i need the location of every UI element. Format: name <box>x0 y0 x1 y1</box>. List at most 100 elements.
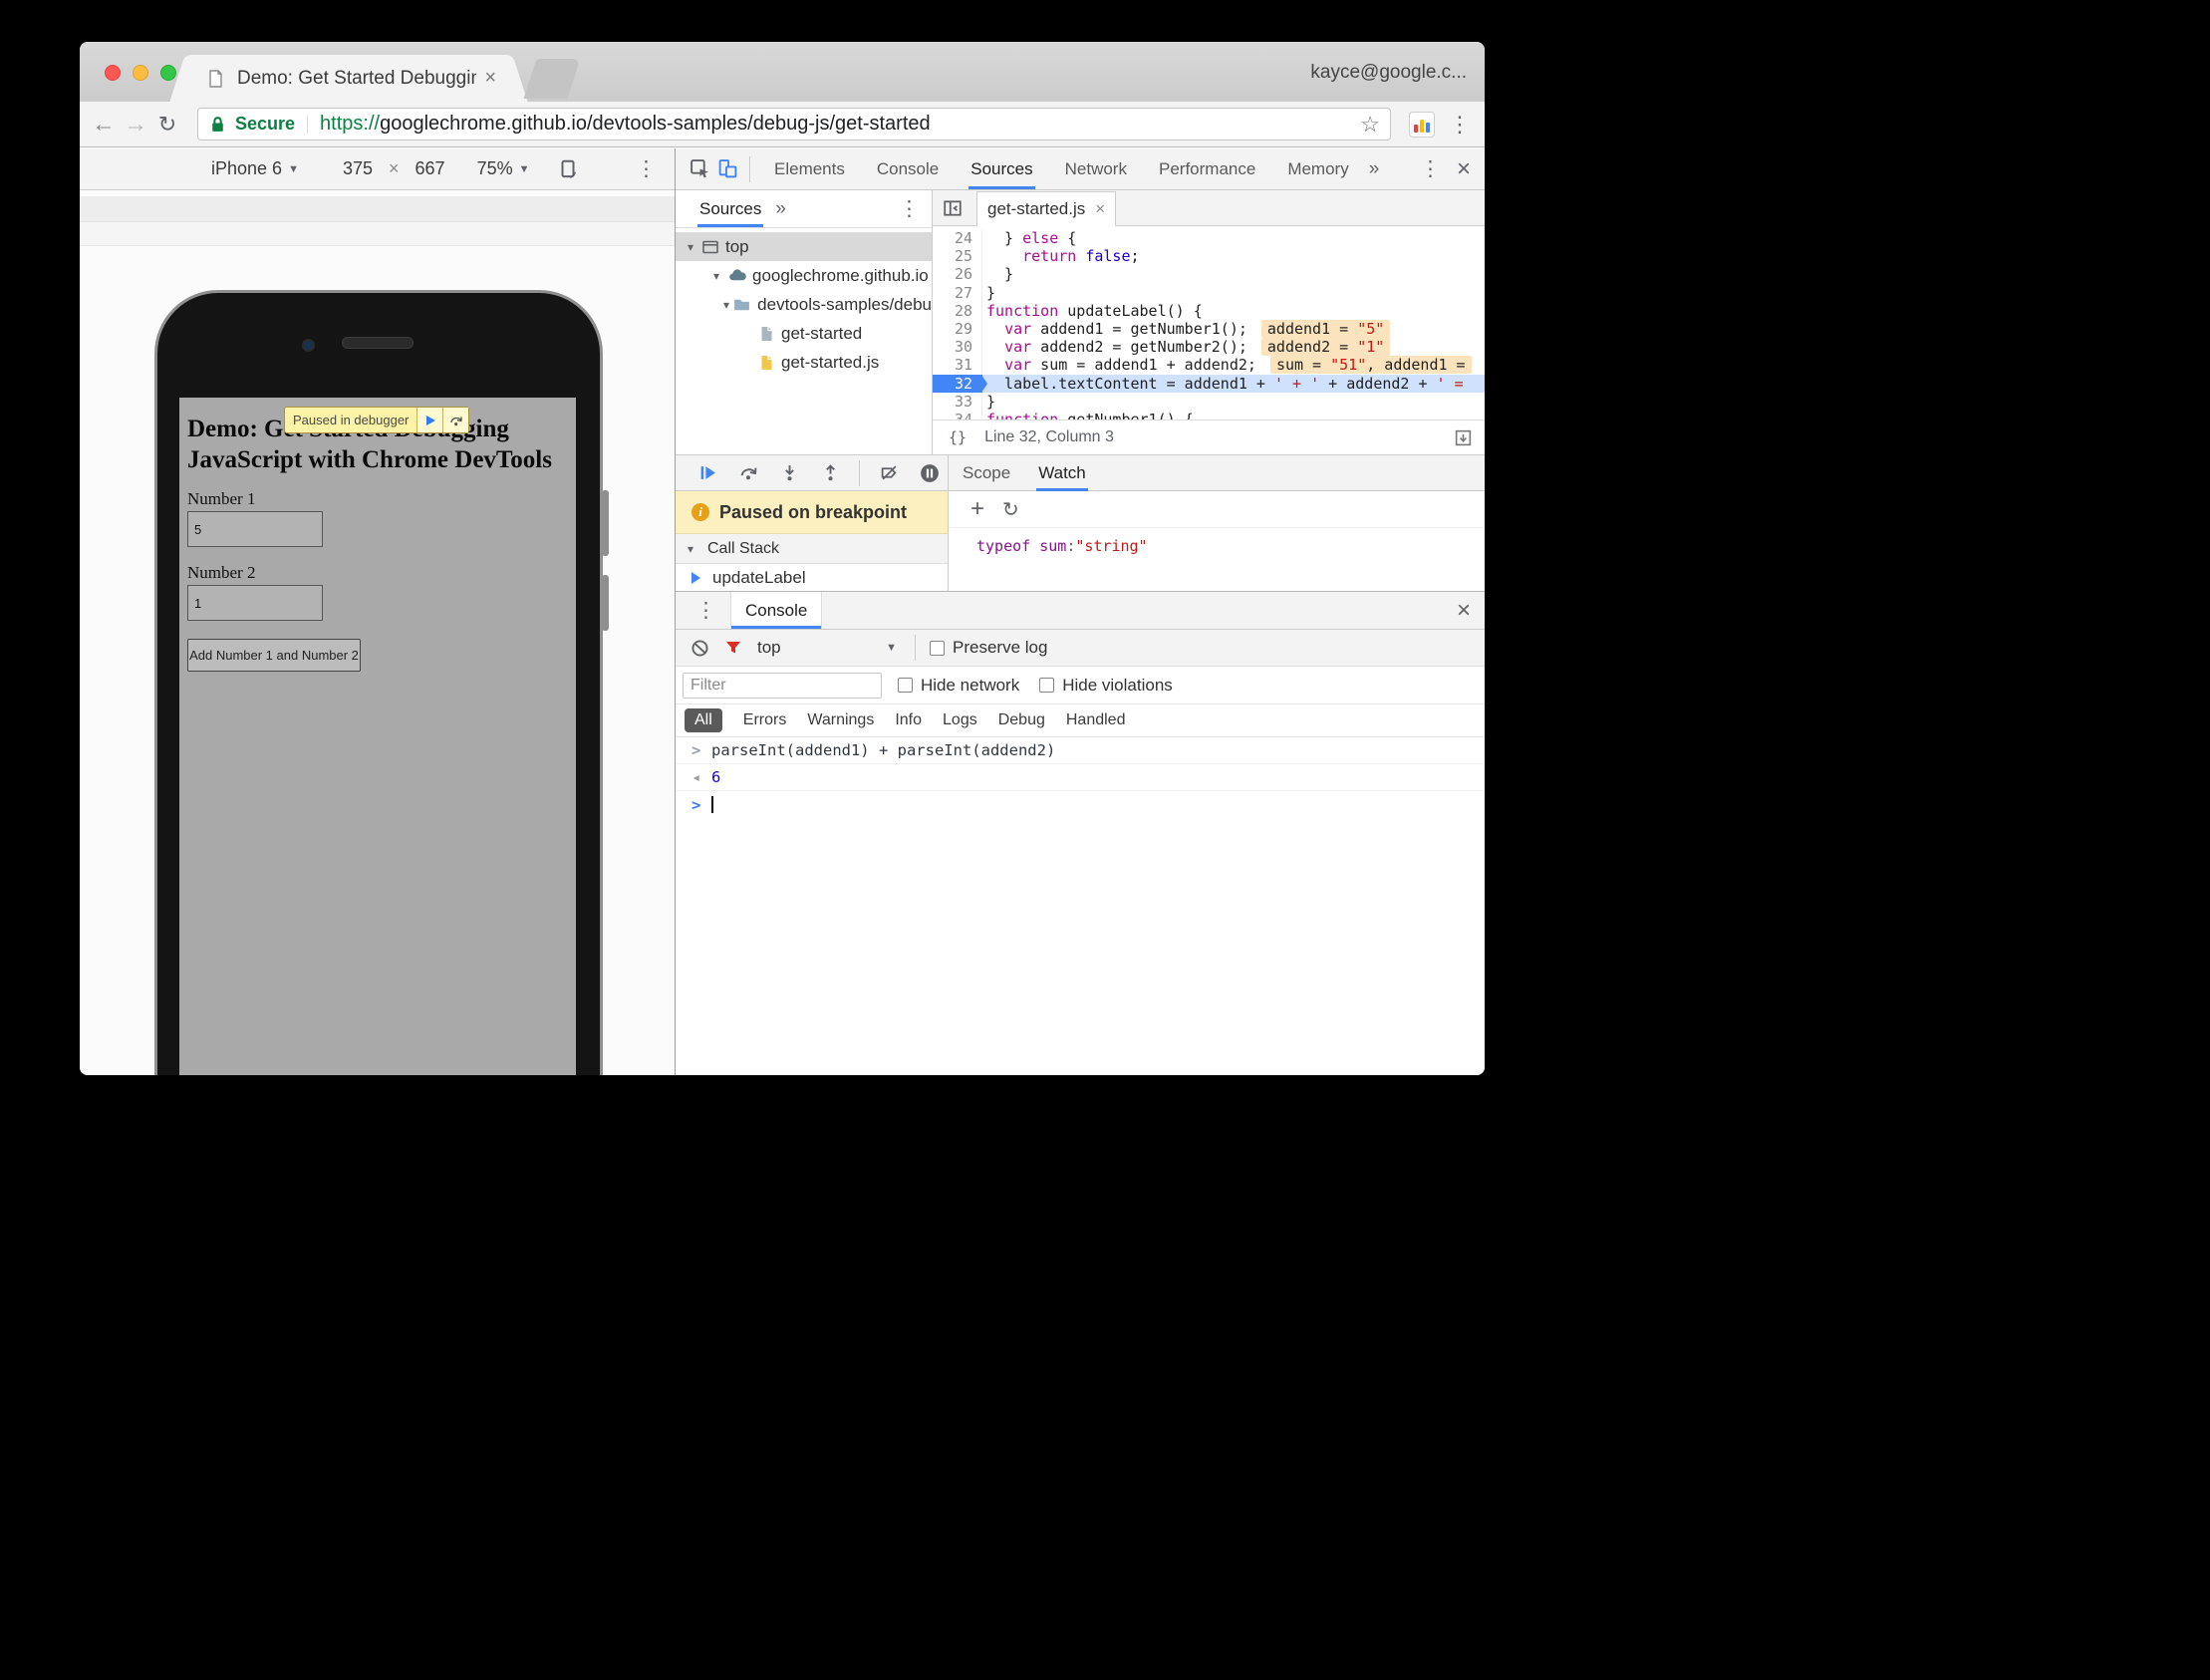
line-number-gutter[interactable]: 32 <box>933 374 987 393</box>
call-stack-frame[interactable]: updateLabel <box>676 564 948 591</box>
add-watch-expression-icon[interactable]: + <box>970 495 984 523</box>
device-height-field[interactable]: 667 <box>415 158 445 179</box>
line-number-gutter[interactable]: 27 <box>933 283 982 302</box>
navigator-menu-icon[interactable]: ⋮ <box>899 196 920 221</box>
step-over-icon <box>450 416 462 425</box>
line-number-gutter[interactable]: 26 <box>933 265 982 284</box>
line-number-gutter[interactable]: 24 <box>933 229 982 248</box>
resume-button[interactable] <box>693 459 721 487</box>
level-warnings[interactable]: Warnings <box>807 711 874 729</box>
devtools-close-icon[interactable]: × <box>1457 155 1471 183</box>
watch-expression-row[interactable]: typeof sum: "string" <box>949 528 1485 564</box>
back-button[interactable]: ← <box>88 109 120 140</box>
reload-button[interactable]: ↻ <box>151 109 183 140</box>
tab-console[interactable]: Console <box>875 148 941 189</box>
more-tabs-icon[interactable]: » <box>1369 158 1380 180</box>
bookmark-star-icon[interactable]: ☆ <box>1360 112 1380 138</box>
line-number-gutter[interactable]: 29 <box>933 320 982 339</box>
line-number-gutter[interactable]: 25 <box>933 247 982 266</box>
tree-item-origin[interactable]: ▾ googlechrome.github.io <box>676 261 932 290</box>
tab-performance[interactable]: Performance <box>1157 148 1257 189</box>
drawer-tab-console[interactable]: Console <box>730 592 823 629</box>
tree-item-top-frame[interactable]: ▾ top <box>676 232 932 261</box>
device-menu-icon[interactable]: ⋮ <box>636 156 657 181</box>
step-into-button[interactable] <box>775 459 803 487</box>
close-window-button[interactable] <box>105 65 121 81</box>
disclosure-icon[interactable]: ▾ <box>723 298 732 312</box>
line-number-gutter[interactable]: 30 <box>933 338 982 357</box>
drawer-menu-icon[interactable]: ⋮ <box>695 598 716 623</box>
preserve-log-label[interactable]: Preserve log <box>953 638 1047 658</box>
tree-item-file-get-started[interactable]: get-started <box>676 319 932 348</box>
hide-navigator-icon[interactable] <box>939 194 967 222</box>
refresh-watch-icon[interactable]: ↻ <box>1002 497 1019 522</box>
tab-elements[interactable]: Elements <box>772 148 847 189</box>
level-handled[interactable]: Handled <box>1066 711 1126 729</box>
call-stack-header[interactable]: ▾ Call Stack <box>676 534 948 564</box>
hide-violations-checkbox[interactable] <box>1039 678 1055 693</box>
hide-network-label[interactable]: Hide network <box>921 676 1019 696</box>
extension-icon[interactable] <box>1409 111 1435 138</box>
pause-on-exceptions-button[interactable] <box>916 459 944 487</box>
forward-button[interactable]: → <box>120 109 151 140</box>
profile-email[interactable]: kayce@google.c... <box>1310 62 1467 84</box>
line-number-gutter[interactable]: 28 <box>933 301 982 321</box>
step-over-badge-button[interactable] <box>442 408 469 432</box>
minimize-window-button[interactable] <box>133 65 148 81</box>
console-prompt-row[interactable]: > <box>676 791 1485 818</box>
level-logs[interactable]: Logs <box>943 711 977 729</box>
hide-network-checkbox[interactable] <box>898 678 913 693</box>
tab-close-icon[interactable]: × <box>484 67 496 90</box>
disclosure-icon[interactable]: ▾ <box>713 269 727 283</box>
device-select[interactable]: iPhone 6 ▼ <box>211 158 299 179</box>
level-debug[interactable]: Debug <box>998 711 1045 729</box>
add-numbers-button[interactable]: Add Number 1 and Number 2 <box>187 639 361 672</box>
devtools-menu-icon[interactable]: ⋮ <box>1420 156 1441 181</box>
inline-value-annotation: addend2 = "1" <box>1260 338 1391 357</box>
line-number-gutter[interactable]: 34 <box>933 411 982 420</box>
disclosure-icon[interactable]: ▾ <box>688 240 701 254</box>
line-number-gutter[interactable]: 33 <box>933 392 982 412</box>
tab-network[interactable]: Network <box>1063 148 1129 189</box>
preserve-log-checkbox[interactable] <box>930 640 945 656</box>
resume-script-button[interactable] <box>416 408 443 432</box>
number1-input[interactable] <box>187 511 323 547</box>
level-errors[interactable]: Errors <box>743 711 787 729</box>
level-info[interactable]: Info <box>895 711 922 729</box>
device-width-field[interactable]: 375 <box>343 158 373 179</box>
drawer-close-icon[interactable]: × <box>1457 597 1471 625</box>
zoom-select[interactable]: 75% ▼ <box>477 158 530 179</box>
step-out-button[interactable] <box>816 459 844 487</box>
tree-item-folder[interactable]: ▾ devtools-samples/debu <box>676 290 932 319</box>
console-filter-input[interactable] <box>683 672 882 699</box>
number2-input[interactable] <box>187 585 323 621</box>
hide-violations-label[interactable]: Hide violations <box>1062 676 1173 696</box>
new-tab-button[interactable] <box>523 59 581 99</box>
navigator-more-tabs-icon[interactable]: » <box>775 198 786 220</box>
line-number-gutter[interactable]: 31 <box>933 356 982 375</box>
deactivate-breakpoints-button[interactable] <box>875 459 903 487</box>
tab-sources[interactable]: Sources <box>968 148 1034 189</box>
browser-tab[interactable]: Demo: Get Started Debugging × <box>189 55 508 102</box>
address-bar[interactable]: Secure https://googlechrome.github.io/de… <box>197 108 1391 140</box>
execution-context-select[interactable]: top ▼ <box>757 638 907 658</box>
tab-scope[interactable]: Scope <box>961 455 1012 491</box>
toggle-device-toolbar-button[interactable] <box>713 155 741 183</box>
file-tab-close-icon[interactable]: × <box>1095 199 1105 219</box>
tree-item-file-get-started-js[interactable]: get-started.js <box>676 348 932 377</box>
inspect-element-button[interactable] <box>686 155 713 183</box>
browser-menu-icon[interactable]: ⋮ <box>1449 112 1471 138</box>
navigator-tab-sources[interactable]: Sources <box>697 190 763 227</box>
tab-watch[interactable]: Watch <box>1036 455 1088 491</box>
level-all[interactable]: All <box>685 708 722 732</box>
tab-memory[interactable]: Memory <box>1285 148 1350 189</box>
step-over-button[interactable] <box>734 459 762 487</box>
console-filter-button[interactable] <box>719 634 747 662</box>
file-tab-get-started-js[interactable]: get-started.js × <box>976 190 1117 227</box>
security-label[interactable]: Secure <box>235 114 295 135</box>
rotate-icon[interactable] <box>557 158 579 180</box>
pretty-print-icon[interactable]: {} <box>949 428 967 446</box>
zoom-window-button[interactable] <box>160 65 176 81</box>
clear-console-button[interactable] <box>686 634 713 662</box>
breakpoint-indicator-icon[interactable] <box>1454 428 1473 447</box>
